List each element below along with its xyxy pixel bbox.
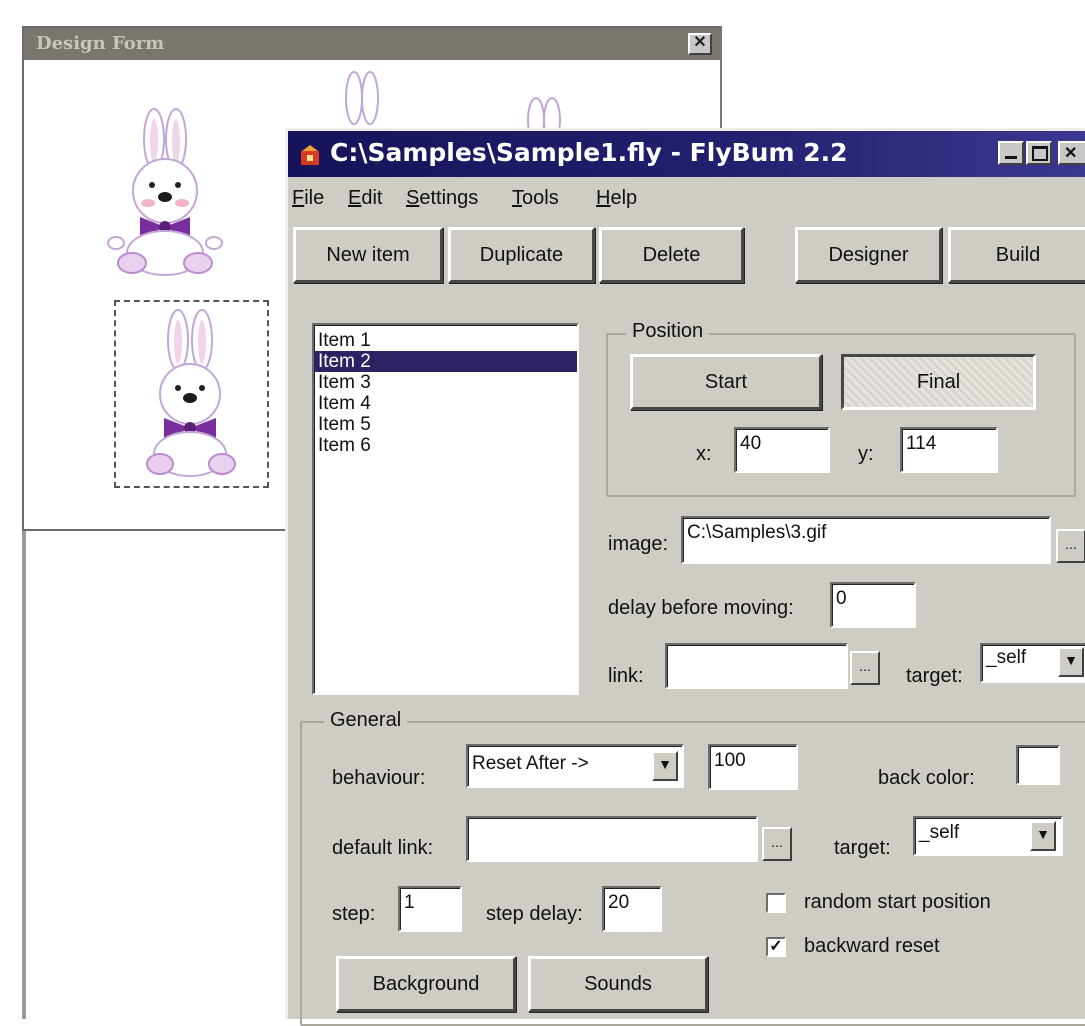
delay-field[interactable]: 0 [830,582,916,628]
sounds-button[interactable]: Sounds [528,956,708,1012]
default-link-label: default link: [332,837,434,859]
selected-sprite-frame[interactable] [114,300,269,488]
design-form-title: Design Form [24,28,720,60]
image-path-field[interactable]: C:\Samples\3.gif [681,516,1051,564]
maximize-icon[interactable] [1026,141,1052,165]
backward-reset-checkbox[interactable]: ✓ [766,937,786,957]
list-item-selected[interactable]: Item 2 [314,351,577,372]
minimize-icon[interactable] [998,141,1024,165]
link-browse-button[interactable]: ... [850,651,880,685]
step-field[interactable]: 1 [398,886,462,932]
behaviour-label: behaviour: [332,767,426,789]
backward-reset-label: backward reset [804,935,940,957]
chevron-down-icon[interactable]: ▼ [652,751,678,781]
duplicate-button[interactable]: Duplicate [448,227,595,283]
list-item[interactable]: Item 5 [314,414,577,435]
build-button[interactable]: Build [948,227,1085,283]
general-group-label: General [324,709,408,732]
delay-label: delay before moving: [608,597,794,619]
background-button[interactable]: Background [336,956,516,1012]
chevron-down-icon[interactable]: ▼ [1030,821,1056,851]
menu-item-file[interactable]: File [292,187,324,210]
final-button[interactable]: Final [841,354,1036,410]
window-divider [720,26,722,141]
random-start-checkbox[interactable] [766,893,786,913]
list-item[interactable]: Item 6 [314,435,577,456]
y-label: y: [858,443,874,465]
designer-button[interactable]: Designer [795,227,942,283]
menu-item-settings[interactable]: Settings [406,187,478,210]
default-link-field[interactable] [466,816,758,862]
start-button[interactable]: Start [630,354,822,410]
bunny-sprite-1[interactable] [102,103,232,281]
step-label: step: [332,903,376,925]
bunny-ears-sprite-3[interactable] [342,68,382,128]
list-item[interactable]: Item 4 [314,393,577,414]
random-start-label: random start position [804,891,991,913]
delete-button[interactable]: Delete [599,227,744,283]
y-field[interactable]: 114 [900,427,998,473]
window-edge [22,531,26,1019]
item-list[interactable]: Item 1 Item 2 Item 3 Item 4 Item 5 Item … [312,323,579,695]
list-item[interactable]: Item 3 [314,372,577,393]
list-item[interactable]: Item 1 [314,330,577,351]
chevron-down-icon[interactable]: ▼ [1058,647,1084,677]
default-link-browse-button[interactable]: ... [762,827,792,861]
link-field[interactable] [665,643,848,689]
design-form-close-button[interactable]: ✕ [688,33,712,55]
x-label: x: [696,443,712,465]
image-label: image: [608,533,669,555]
image-browse-button[interactable]: ... [1056,529,1085,563]
default-target-label: target: [834,837,891,859]
menu-item-help[interactable]: Help [596,187,637,210]
back-color-label: back color: [878,767,975,789]
default-target-value: _self [919,822,960,843]
menu-item-tools[interactable]: Tools [512,187,559,210]
close-icon[interactable]: ✕ [1058,141,1085,165]
x-field[interactable]: 40 [734,427,830,473]
behaviour-value: Reset After -> [472,753,589,774]
back-color-swatch[interactable] [1016,745,1060,785]
new-item-button[interactable]: New item [293,227,443,283]
step-delay-field[interactable]: 20 [602,886,662,932]
link-target-value: _self [986,647,1027,668]
bunny-sprite-2 [146,309,236,477]
link-target-label: target: [906,665,963,687]
step-delay-label: step delay: [486,903,583,925]
menu-item-edit[interactable]: Edit [348,187,382,210]
title-bar: C:\Samples\Sample1.fly - FlyBum 2.2 ✕ [288,131,1085,177]
link-label: link: [608,665,644,687]
behaviour-number-field[interactable]: 100 [708,744,798,790]
flybum-main-window: C:\Samples\Sample1.fly - FlyBum 2.2 ✕ Fi… [285,128,1085,1026]
app-icon [301,145,319,165]
position-group-label: Position [626,320,710,343]
window-title: C:\Samples\Sample1.fly - FlyBum 2.2 [330,138,848,167]
